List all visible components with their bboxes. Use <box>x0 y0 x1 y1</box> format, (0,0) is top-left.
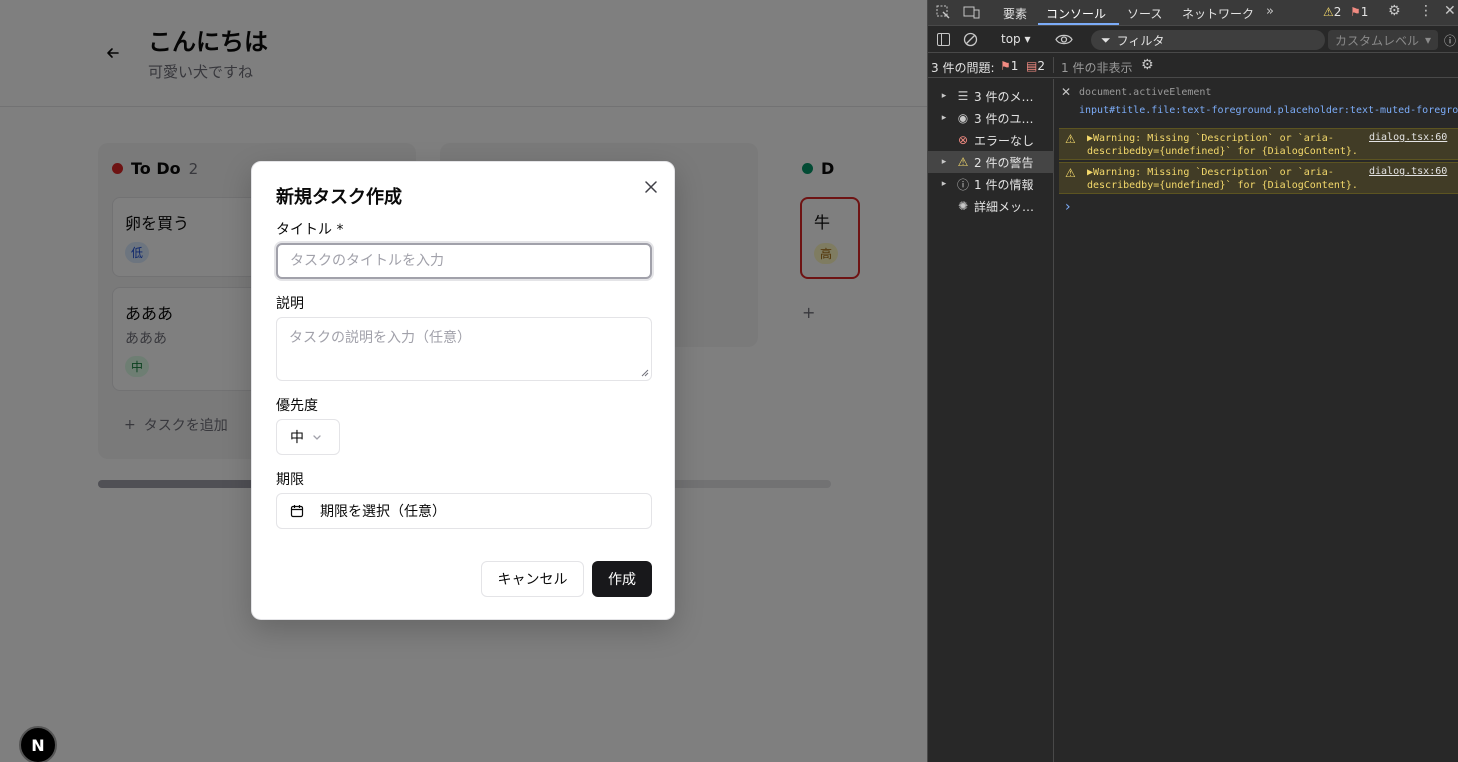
calendar-icon <box>290 505 304 518</box>
warning-icon: ⚠ <box>1065 132 1076 146</box>
chevron-down-icon: ▾ <box>1425 33 1432 47</box>
priority-label: 優先度 <box>276 398 318 414</box>
issues-info-badge[interactable]: ▤2 <box>1026 59 1045 73</box>
context-selector[interactable]: top ▾ <box>1001 32 1031 46</box>
more-tabs-icon[interactable]: » <box>1266 4 1274 19</box>
source-link[interactable]: dialog.tsx:60 <box>1369 166 1447 177</box>
tab-elements[interactable]: 要素 <box>1003 5 1027 22</box>
warning-icon: ⚠ <box>957 155 969 169</box>
issues-label: 3 件の問題: <box>931 61 995 75</box>
bug-icon: ✺ <box>957 199 969 213</box>
warning-message: ▶Warning: Missing `Description` or `aria… <box>1087 167 1358 191</box>
hidden-count-label: 1 件の非表示 <box>1061 61 1133 75</box>
due-date-placeholder: 期限を選択（任意） <box>320 504 446 520</box>
sidebar-item-user-messages[interactable]: ▸ ◉ 3 件のユ… <box>928 107 1054 129</box>
sidebar-item-info[interactable]: ▸ ⓘ 1 件の情報 <box>928 173 1054 195</box>
sidebar-item-label: 3 件のユ… <box>974 111 1034 126</box>
app-page: こんにちは 可愛い犬ですね To Do 2 卵を買う 低 あああ あああ 中 +… <box>0 0 927 762</box>
info-icon: ⓘ <box>956 177 969 192</box>
sidebar-item-label: エラーなし <box>974 133 1035 148</box>
sidebar-item-label: 1 件の情報 <box>974 177 1034 192</box>
cancel-button[interactable]: キャンセル <box>481 561 584 597</box>
error-counter[interactable]: ⚑1 <box>1350 5 1368 19</box>
warning-count: 2 <box>1333 5 1342 19</box>
console-toolbar: top ▾ ⏷ フィルタ カスタムレベル ▾ ⓘ <box>928 27 1458 53</box>
devtools-panel: 要素 コンソール ソース ネットワーク » ⚠2 ⚑1 ⚙ ⋮ ✕ top ▾ … <box>927 0 1458 762</box>
close-icon <box>645 181 657 193</box>
filter-input[interactable]: ⏷ フィルタ <box>1091 30 1325 50</box>
nextjs-badge[interactable]: N <box>19 726 57 762</box>
console-sidebar: ▸ ☰ 3 件のメ… ▸ ◉ 3 件のユ… ⊗ エラーなし ▸ ⚠ 2 件の警告… <box>928 79 1054 762</box>
warning-message: ▶Warning: Missing `Description` or `aria… <box>1087 133 1358 157</box>
issues-info-count: 2 <box>1037 59 1045 73</box>
tab-sources[interactable]: ソース <box>1127 5 1162 22</box>
clear-console-icon[interactable] <box>963 32 978 47</box>
console-output: ✕ document.activeElement input#title.fil… <box>1055 79 1458 762</box>
dialog-title: 新規タスク作成 <box>276 187 402 208</box>
console-prompt[interactable]: › <box>1065 199 1071 215</box>
filter-placeholder: フィルタ <box>1116 33 1165 48</box>
tab-network[interactable]: ネットワーク <box>1182 5 1254 22</box>
sidebar-item-messages[interactable]: ▸ ☰ 3 件のメ… <box>928 85 1054 107</box>
due-date-picker-button[interactable]: 期限を選択（任意） <box>276 493 652 529</box>
sidebar-item-label: 3 件のメ… <box>974 89 1034 104</box>
live-expression[interactable]: document.activeElement <box>1079 87 1211 98</box>
live-expression-value: input#title.file:text-foreground.placeho… <box>1079 105 1458 116</box>
issues-error-count: 1 <box>1010 59 1019 73</box>
kebab-menu-icon[interactable]: ⋮ <box>1419 3 1433 19</box>
divider <box>1053 57 1054 73</box>
expand-arrow-icon: ▸ <box>941 113 947 123</box>
close-button[interactable] <box>643 179 659 195</box>
expand-arrow-icon: ▸ <box>941 157 947 167</box>
create-button[interactable]: 作成 <box>592 561 652 597</box>
close-devtools-icon[interactable]: ✕ <box>1444 3 1456 19</box>
new-task-dialog: 新規タスク作成 タイトル * 説明 優先度 中 期限 期限を選択（任意） キャン… <box>251 161 675 620</box>
console-warning-row[interactable]: ⚠ ▶Warning: Missing `Description` or `ar… <box>1059 162 1458 194</box>
inspect-element-icon[interactable] <box>936 5 951 20</box>
devtools-tab-bar: 要素 コンソール ソース ネットワーク » ⚠2 ⚑1 ⚙ ⋮ ✕ <box>928 0 1458 26</box>
expand-arrow-icon: ▸ <box>941 179 947 189</box>
gear-icon[interactable]: ⚙ <box>1388 3 1401 19</box>
user-icon: ◉ <box>957 111 969 125</box>
device-toggle-icon[interactable] <box>963 5 980 20</box>
expand-arrow-icon: ▸ <box>941 91 947 101</box>
gear-icon[interactable]: ⚙ <box>1141 57 1154 73</box>
chevron-down-icon <box>313 435 321 440</box>
sidebar-item-verbose[interactable]: ✺ 詳細メッ… <box>928 195 1054 217</box>
resize-grip-icon[interactable] <box>641 369 649 377</box>
filter-icon: ⏷ <box>1101 32 1111 47</box>
log-levels-dropdown[interactable]: カスタムレベル ▾ <box>1328 30 1438 50</box>
sidebar-item-errors[interactable]: ⊗ エラーなし <box>928 129 1054 151</box>
console-warning-row[interactable]: ⚠ ▶Warning: Missing `Description` or `ar… <box>1059 128 1458 160</box>
context-value: top <box>1001 32 1021 46</box>
issues-bar: 3 件の問題: ⚑1 ▤2 1 件の非表示 ⚙ <box>928 54 1458 78</box>
due-date-label: 期限 <box>276 472 304 488</box>
remove-expression-icon[interactable]: ✕ <box>1061 85 1071 99</box>
error-count: 1 <box>1360 5 1369 19</box>
sidebar-item-label: 2 件の警告 <box>974 155 1034 170</box>
log-levels-label: カスタムレベル <box>1335 33 1420 48</box>
title-input[interactable] <box>276 243 652 279</box>
sidebar-toggle-icon[interactable] <box>936 32 951 47</box>
sidebar-item-warnings[interactable]: ▸ ⚠ 2 件の警告 <box>928 151 1054 173</box>
warning-icon: ⚠ <box>1065 166 1076 180</box>
warning-counter[interactable]: ⚠2 <box>1323 5 1341 19</box>
tab-console[interactable]: コンソール <box>1046 5 1106 22</box>
priority-value: 中 <box>290 430 304 446</box>
description-input[interactable] <box>276 317 652 381</box>
error-icon: ⊗ <box>957 133 969 147</box>
source-link[interactable]: dialog.tsx:60 <box>1369 132 1447 143</box>
list-icon: ☰ <box>957 89 969 103</box>
info-icon[interactable]: ⓘ <box>1444 32 1456 49</box>
priority-select[interactable]: 中 <box>276 419 340 455</box>
active-tab-indicator <box>1038 23 1119 25</box>
sidebar-item-label: 詳細メッ… <box>974 199 1035 214</box>
eye-icon[interactable] <box>1055 33 1073 46</box>
issues-error-badge[interactable]: ⚑1 <box>1000 59 1018 73</box>
title-label: タイトル * <box>276 222 344 238</box>
description-label: 説明 <box>276 296 304 312</box>
